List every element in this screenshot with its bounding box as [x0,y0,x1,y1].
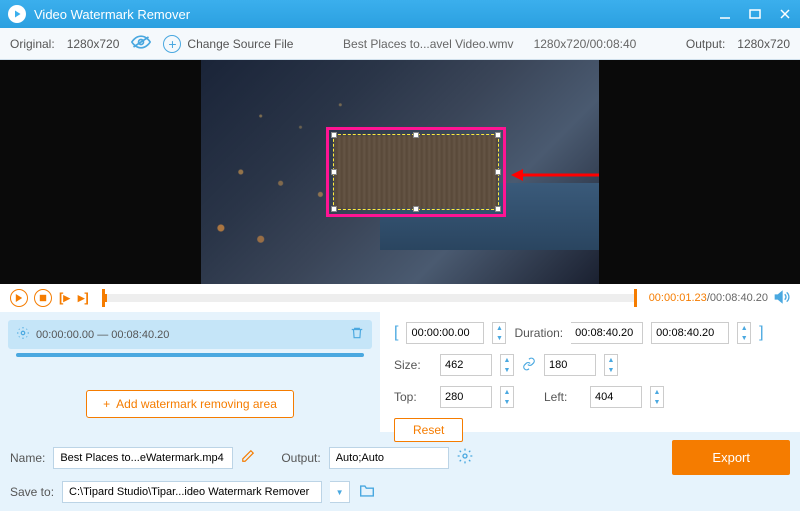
stop-button[interactable] [34,289,52,307]
top-input[interactable] [440,386,492,408]
resize-handle[interactable] [331,169,337,175]
plus-icon: + [163,35,181,53]
toolbar: Original: 1280x720 + Change Source File … [0,28,800,60]
left-input[interactable] [590,386,642,408]
resize-handle[interactable] [495,169,501,175]
name-label: Name: [10,451,45,465]
current-filename: Best Places to...avel Video.wmv [343,37,514,51]
end-time-input[interactable] [651,322,729,344]
resize-handle[interactable] [413,206,419,212]
left-label: Left: [544,390,582,404]
segment-start: 00:00:00.00 [36,329,94,341]
timeline-start-marker[interactable] [102,289,105,307]
width-spinner[interactable]: ▲▼ [500,354,514,376]
export-button[interactable]: Export [672,440,790,475]
duration-label: Duration: [514,326,563,340]
mark-in-button[interactable]: [▸ [58,290,71,306]
saveto-dropdown[interactable]: ▼ [330,481,350,503]
start-time-spinner[interactable]: ▲▼ [492,322,506,344]
mark-out-button[interactable]: ▸] [77,290,90,306]
minimize-button[interactable] [718,7,732,21]
output-settings-icon[interactable] [457,448,473,467]
original-value: 1280x720 [67,37,120,51]
segment-icon [16,326,30,343]
total-time: 00:08:40.20 [710,292,768,304]
height-input[interactable] [544,354,596,376]
segment-range-slider[interactable] [16,353,364,357]
original-label: Original: [10,37,55,51]
edit-name-icon[interactable] [241,449,255,466]
left-spinner[interactable]: ▲▼ [650,386,664,408]
video-frame [201,60,599,284]
resize-handle[interactable] [413,132,419,138]
resize-handle[interactable] [331,206,337,212]
width-input[interactable] [440,354,492,376]
start-time-input[interactable] [406,322,484,344]
size-label: Size: [394,358,432,372]
add-watermark-area-button[interactable]: + Add watermark removing area [86,390,294,418]
volume-icon[interactable] [774,290,790,307]
name-input[interactable] [53,447,233,469]
properties-panel: [ ▲▼ Duration: ▲▼ ] Size: ▲▼ ▲▼ Top: ▲▼ … [380,312,800,432]
file-info: 1280x720/00:08:40 [534,37,637,51]
output-label: Output: [686,37,725,51]
top-label: Top: [394,390,432,404]
segment-end: 00:08:40.20 [111,329,169,341]
bottom-bar: Name: Output: Export Save to: ▼ [0,432,800,511]
video-preview[interactable] [0,60,800,284]
close-button[interactable] [778,7,792,21]
duration-input[interactable] [571,322,643,344]
output-format-label: Output: [281,451,320,465]
delete-segment-icon[interactable] [350,326,364,343]
app-logo [8,5,26,23]
time-display: 00:00:01.23/00:08:40.20 [649,292,768,304]
open-folder-icon[interactable] [358,484,376,501]
bracket-open-icon[interactable]: [ [394,324,398,342]
saveto-input[interactable] [62,481,322,503]
change-source-label: Change Source File [187,37,293,51]
bracket-close-icon[interactable]: ] [759,324,763,342]
titlebar: Video Watermark Remover [0,0,800,28]
resize-handle[interactable] [495,206,501,212]
saveto-label: Save to: [10,485,54,499]
change-source-button[interactable]: + Change Source File [163,35,293,53]
play-button[interactable] [10,289,28,307]
link-aspect-icon[interactable] [522,357,536,374]
resize-handle[interactable] [495,132,501,138]
app-title: Video Watermark Remover [34,7,718,22]
end-time-spinner[interactable]: ▲▼ [737,322,751,344]
playback-bar: [▸ ▸] 00:00:01.23/00:08:40.20 [0,284,800,312]
maximize-button[interactable] [748,7,762,21]
selection-box[interactable] [333,134,499,210]
reset-button[interactable]: Reset [394,418,463,442]
preview-toggle-icon[interactable] [131,35,151,52]
output-format-input[interactable] [329,447,449,469]
plus-icon: + [103,397,110,411]
timeline-end-marker[interactable] [634,289,637,307]
current-time: 00:00:01.23 [649,292,707,304]
height-spinner[interactable]: ▲▼ [604,354,618,376]
add-area-label: Add watermark removing area [116,397,277,411]
top-spinner[interactable]: ▲▼ [500,386,514,408]
segment-item[interactable]: 00:00:00.00 — 00:08:40.20 [8,320,372,349]
resize-handle[interactable] [331,132,337,138]
output-value: 1280x720 [737,37,790,51]
timeline-scrubber[interactable] [102,294,637,302]
segments-panel: 00:00:00.00 — 00:08:40.20 + Add watermar… [0,312,380,432]
arrow-annotation [511,165,599,185]
